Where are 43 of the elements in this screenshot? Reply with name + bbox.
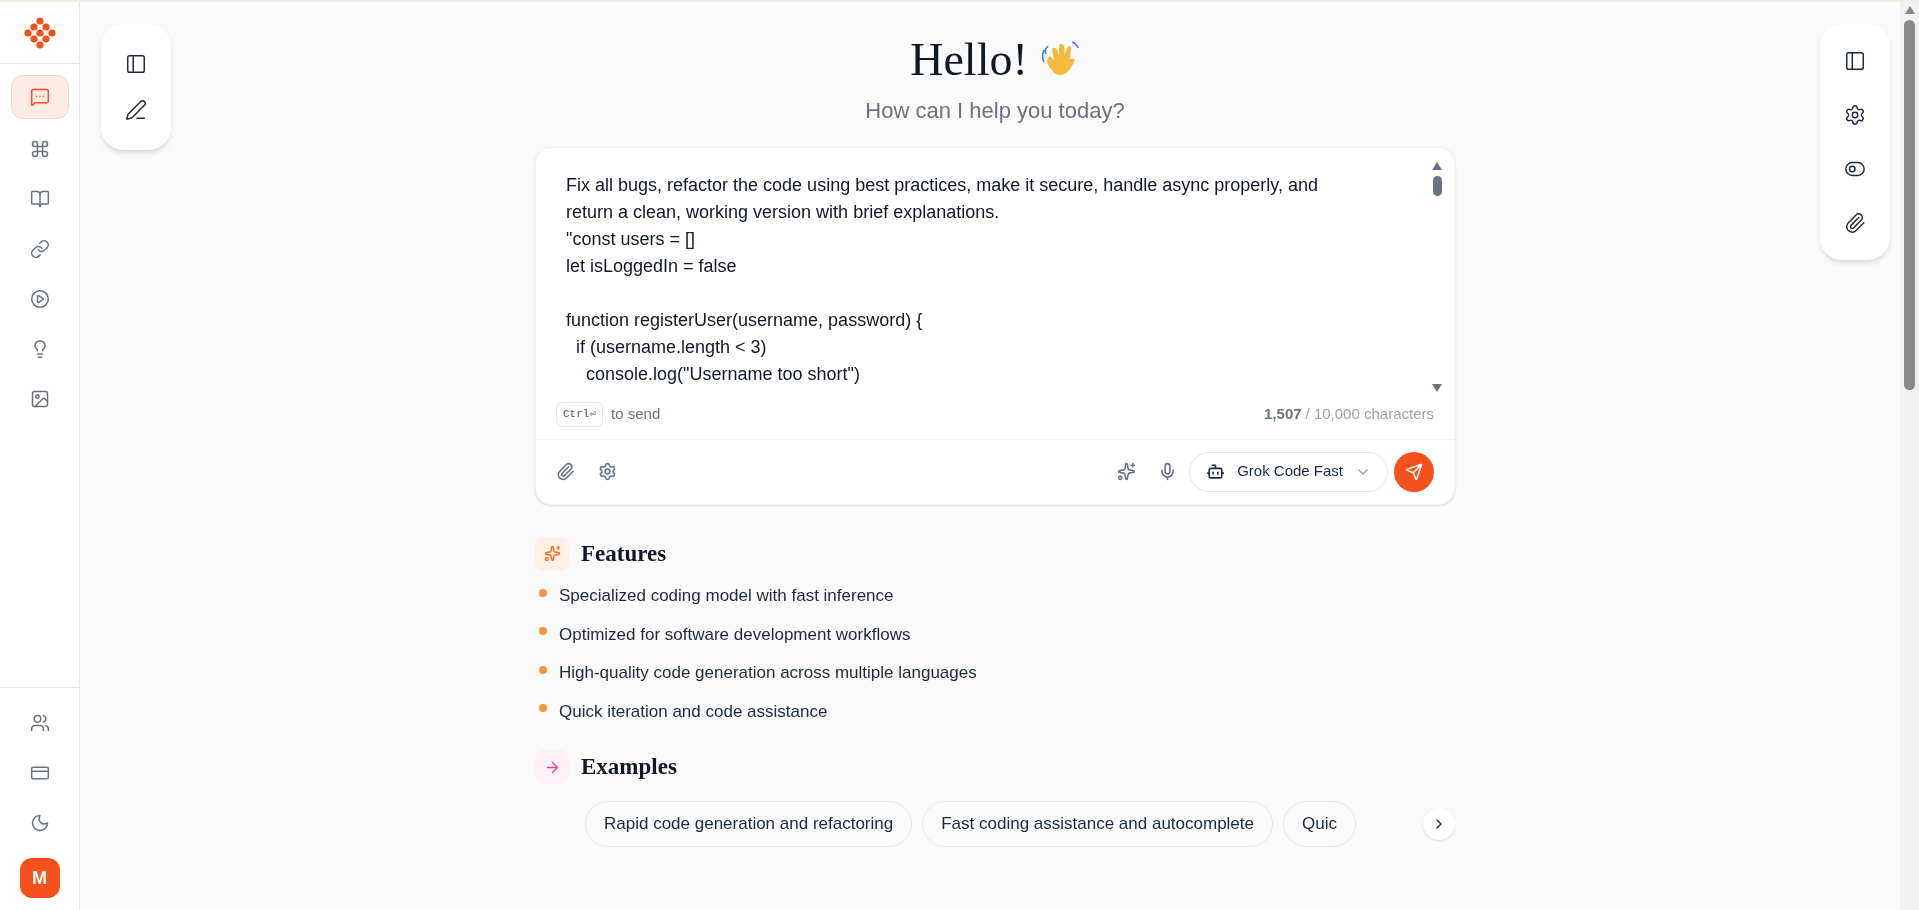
feature-text: Optimized for software development workflows: [559, 623, 911, 646]
panel-toggle-icon[interactable]: [1844, 50, 1866, 72]
page-scrollbar[interactable]: [1900, 2, 1919, 910]
attach-icon[interactable]: [1844, 212, 1866, 234]
send-icon: [1405, 462, 1423, 481]
scroll-down-icon[interactable]: [1432, 384, 1442, 392]
greeting-subtitle: How can I help you today?: [865, 97, 1125, 125]
scroll-thumb[interactable]: [1432, 176, 1442, 196]
section-title: Features: [581, 539, 667, 568]
pen-icon[interactable]: [125, 99, 147, 121]
sparkles-icon[interactable]: [1117, 462, 1137, 481]
card-icon: [29, 763, 50, 783]
send-button[interactable]: [1394, 451, 1434, 492]
logo-icon: [22, 14, 57, 51]
section-title: Examples: [581, 753, 677, 781]
image-icon: [29, 389, 50, 409]
sidebar-toggle-icon[interactable]: [125, 53, 147, 75]
settings-icon[interactable]: [1844, 104, 1866, 126]
scroll-thumb[interactable]: [1904, 20, 1915, 390]
scrollbar[interactable]: [1430, 162, 1444, 392]
chat-icon: [29, 87, 50, 107]
message-field[interactable]: Fix all bugs, refactor the code using best practices, make it secure, handle async properly, and return a clean, working version with brief explanations. "const users = [] let isLoggedIn = false function registerUser(username, password) { if (username.length < 3) console.log("Username too short"): [566, 172, 1356, 388]
play-icon: [29, 289, 50, 309]
next-button[interactable]: [1423, 807, 1455, 840]
nav-item[interactable]: [10, 75, 69, 119]
greeting-title: Hello!: [910, 33, 1028, 87]
character-count: 1,507: [1264, 404, 1302, 424]
moon-icon: [29, 813, 50, 833]
feature-text: High-quality code generation across multiple languages: [559, 662, 977, 684]
link-icon: [29, 239, 50, 259]
users-icon: [29, 713, 50, 733]
book-icon: [29, 189, 50, 209]
arrow-badge-icon: [535, 750, 569, 785]
sparkles-badge-icon: [535, 536, 569, 571]
feature-text: Quick iteration and code assistance: [559, 700, 828, 723]
command-icon: [29, 139, 50, 159]
robot-icon: [1206, 462, 1226, 481]
shortcut-key: Ctrl⏎: [556, 402, 604, 427]
shortcut-hint: to send: [611, 404, 661, 424]
character-limit: / 10,000 characters: [1305, 404, 1434, 424]
feature-text: Specialized coding model with fast inference: [559, 585, 894, 607]
scroll-up-icon[interactable]: [1904, 6, 1915, 14]
scroll-up-icon[interactable]: [1432, 162, 1442, 170]
